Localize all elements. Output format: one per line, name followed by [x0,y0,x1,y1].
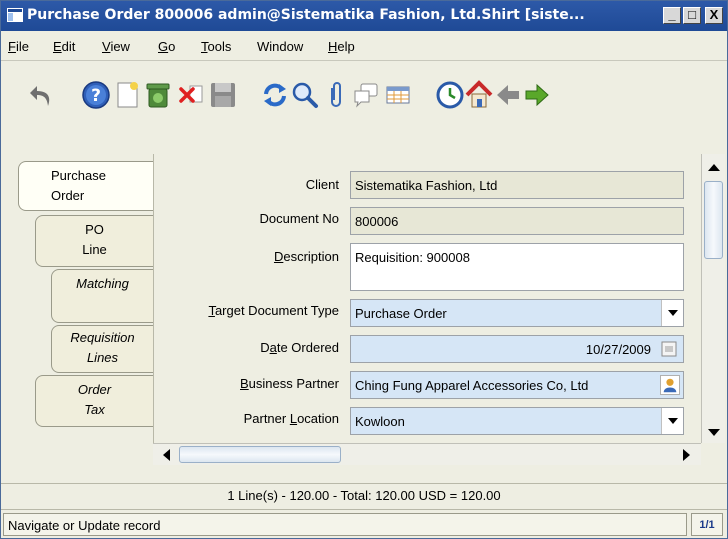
tab-label-line1: Matching [76,276,129,291]
tab-label-line2: Tax [84,402,105,417]
scroll-up-icon[interactable] [708,164,720,171]
record-count[interactable]: 1/1 [691,513,723,536]
description-label-mnemonic: D [273,249,284,264]
attachment-icon[interactable] [321,80,351,110]
svg-text:?: ? [91,86,101,106]
chevron-down-icon[interactable] [661,408,683,434]
business-partner-value: Ching Fung Apparel Accessories Co, Ltd [355,378,589,393]
target-document-type-label: Target Document Type [208,303,339,318]
scroll-left-icon[interactable] [163,449,170,461]
description-field[interactable]: Requisition: 900008 [350,243,684,291]
target-document-type-select[interactable]: Purchase Order [350,299,684,327]
tab-label-line1: Order [77,382,112,397]
tab-label-line2: Order [51,188,85,203]
menu-file[interactable]: File [8,39,29,54]
menu-view[interactable]: View [102,39,130,54]
maximize-button[interactable]: □ [683,7,701,24]
menu-go[interactable]: Go [158,39,175,54]
client-label: Client [305,177,339,192]
document-no-field[interactable]: 800006 [350,207,684,235]
tab-label-line1: Purchase [51,168,106,183]
menu-window[interactable]: Window [257,39,303,54]
partner-location-label-mnemonic: L [289,411,298,426]
scroll-right-icon[interactable] [683,449,690,461]
history-icon[interactable] [435,80,465,110]
tab-order-tax[interactable]: Order Tax [35,375,154,427]
delete-icon[interactable] [143,80,173,110]
date-ordered-value: 10/27/2009 [585,342,651,357]
undo-icon[interactable] [27,80,57,110]
purchase-order-window: Purchase Order 800006 admin@Sistematika … [0,0,728,539]
minimize-button[interactable]: _ [663,7,681,24]
partner-location-label-rest: ocation [297,411,339,426]
document-no-label: Document No [259,211,339,226]
description-label: Description [274,249,339,264]
horizontal-scroll-thumb[interactable] [179,446,341,463]
tab-purchase-order[interactable]: Purchase Order [18,161,154,211]
description-label-rest: escription [283,249,339,264]
scroll-down-icon[interactable] [708,429,720,436]
tab-requisition-lines[interactable]: Requisition Lines [51,325,154,373]
status-message: Navigate or Update record [3,513,687,536]
previous-record-icon[interactable] [493,80,523,110]
partner-location-label: Partner Location [244,411,339,426]
menu-tools[interactable]: Tools [201,39,231,54]
tab-label-line2: Lines [86,350,119,365]
save-icon[interactable] [208,80,238,110]
partner-lookup-icon[interactable] [660,375,680,395]
business-partner-field[interactable]: Ching Fung Apparel Accessories Co, Ltd [350,371,684,399]
date-ordered-label-rest: te Ordered [276,340,339,355]
partner-location-value: Kowloon [355,414,405,429]
menu-help[interactable]: Help [328,39,355,54]
tab-matching[interactable]: Matching [51,269,154,323]
target-document-type-label-rest: arget Document Type [214,303,339,318]
refresh-icon[interactable] [260,80,290,110]
date-ordered-label-mnemonic: a [269,340,277,355]
menu-edit[interactable]: Edit [53,39,75,54]
delete-selection-icon[interactable] [176,80,206,110]
target-document-type-value: Purchase Order [355,306,447,321]
grid-toggle-icon[interactable] [383,80,413,110]
tab-label-line2: Line [82,242,107,257]
help-icon[interactable]: ? [81,80,111,110]
business-partner-label-rest: usiness Partner [248,376,339,391]
document-summary: 1 Line(s) - 120.00 - Total: 120.00 USD =… [1,483,727,507]
partner-location-select[interactable]: Kowloon [350,407,684,435]
next-record-icon[interactable] [522,80,552,110]
chevron-down-icon[interactable] [661,300,683,326]
date-ordered-field[interactable]: 10/27/2009 [350,335,684,363]
tab-strip: Purchase Order PO Line Matching Requisit… [1,151,154,451]
vertical-scrollbar[interactable] [701,154,725,443]
record-form: Client Sistematika Fashion, Ltd Document… [153,154,701,443]
title-bar[interactable]: Purchase Order 800006 admin@Sistematika … [1,1,727,31]
status-bar: Navigate or Update record 1/1 [1,509,727,538]
tab-label-line1: PO [85,222,104,237]
window-icon [7,8,23,22]
toolbar: ? [1,62,727,142]
business-partner-label-mnemonic: B [240,376,249,391]
client-field[interactable]: Sistematika Fashion, Ltd [350,171,684,199]
menu-bar: File Edit View Go Tools Window Help [1,31,727,61]
tab-label-line1: Requisition [70,330,135,345]
new-record-icon[interactable] [112,80,142,110]
home-icon[interactable] [464,80,494,110]
chat-icon[interactable] [351,80,381,110]
business-partner-label: Business Partner [240,376,339,391]
window-title: Purchase Order 800006 admin@Sistematika … [27,7,585,23]
horizontal-scrollbar[interactable] [153,443,701,465]
find-icon[interactable] [290,80,320,110]
tab-po-line[interactable]: PO Line [35,215,154,267]
date-ordered-label: Date Ordered [260,340,339,355]
vertical-scroll-thumb[interactable] [704,181,723,259]
date-ordered-label-pre: D [260,340,270,355]
partner-location-label-pre: Partner [243,411,290,426]
calendar-icon[interactable] [661,341,677,357]
close-button[interactable]: X [705,7,723,24]
